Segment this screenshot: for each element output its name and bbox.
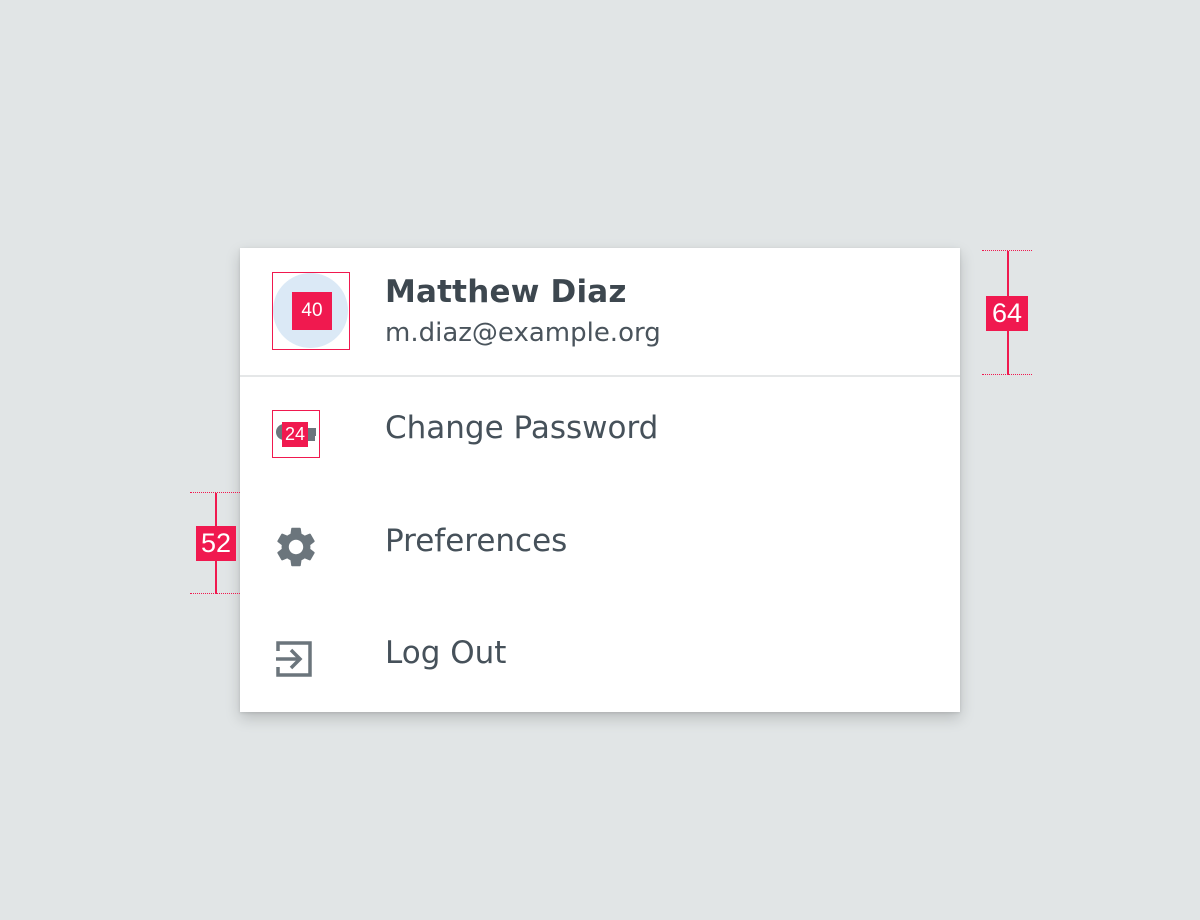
- header-height-annotation: 64: [982, 248, 1032, 376]
- account-menu: 40 Matthew Diaz m.diaz@example.org 24 Ch…: [240, 248, 960, 712]
- icon-size-badge: 24: [282, 422, 308, 447]
- preferences-label: Preferences: [385, 523, 568, 559]
- menu-item-log-out[interactable]: Log Out: [240, 604, 960, 708]
- icon-size-marker: 24: [272, 410, 320, 458]
- logout-icon: [272, 635, 320, 683]
- avatar-size-marker: 40: [272, 272, 350, 350]
- menu-item-change-password[interactable]: 24 Change Password: [240, 378, 960, 482]
- user-name: Matthew Diaz: [385, 274, 627, 310]
- log-out-label: Log Out: [385, 635, 507, 671]
- header-height-badge: 64: [986, 296, 1028, 331]
- annotation-guide-bottom: [982, 374, 1032, 375]
- annotation-guide-bottom: [190, 593, 240, 594]
- key-icon: 24: [272, 410, 320, 458]
- item-height-annotation: 52: [190, 491, 240, 595]
- avatar-size-badge: 40: [292, 292, 332, 330]
- item-height-badge: 52: [196, 526, 236, 561]
- account-header: 40 Matthew Diaz m.diaz@example.org: [240, 248, 960, 377]
- change-password-label: Change Password: [385, 410, 659, 446]
- user-email: m.diaz@example.org: [385, 318, 661, 348]
- menu-item-preferences[interactable]: Preferences: [240, 493, 960, 597]
- gear-icon: [272, 523, 320, 571]
